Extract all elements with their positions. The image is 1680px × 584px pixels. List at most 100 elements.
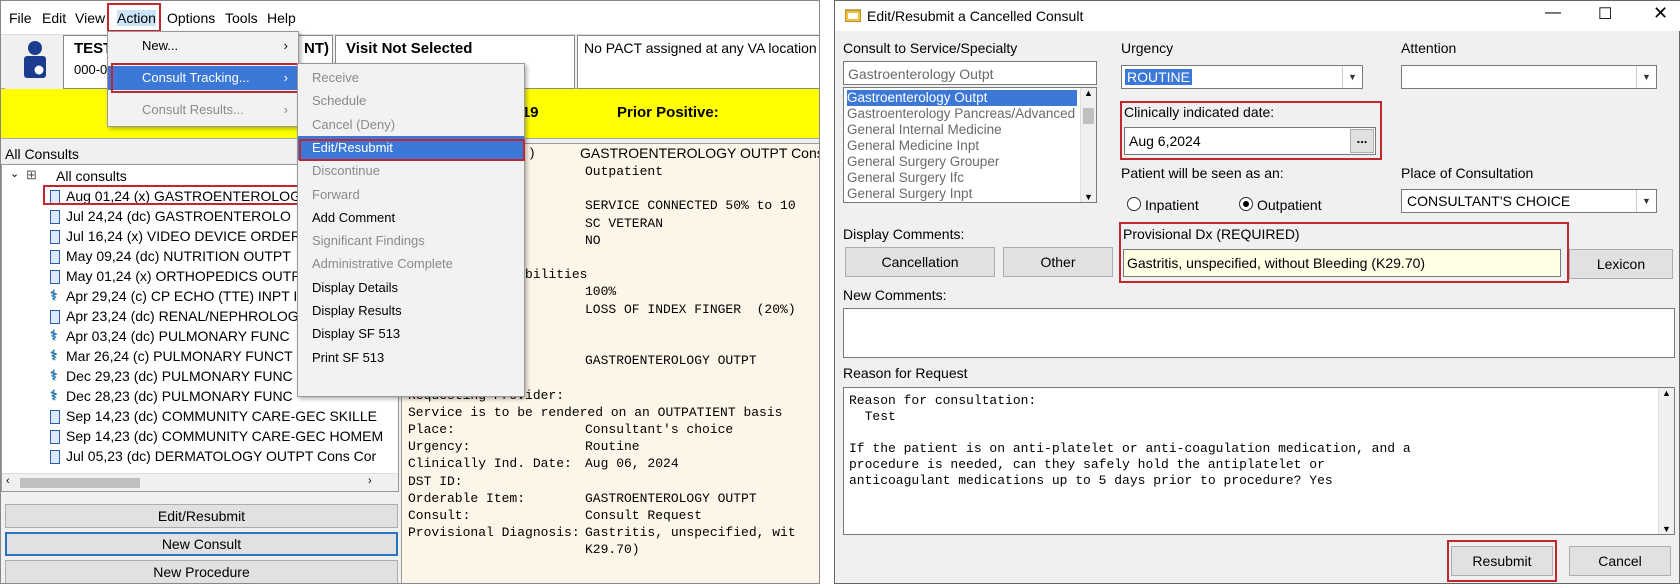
seen-as-label: Patient will be seen as an:	[1121, 165, 1284, 181]
service-list-item[interactable]: General Surgery Grouper	[847, 154, 1077, 170]
reason-line: If the patient is on anti-platelet or an…	[849, 441, 1411, 456]
submenu-item-administrative-complete[interactable]: Administrative Complete	[298, 252, 524, 276]
dialog-title: Edit/Resubmit a Cancelled Consult	[867, 8, 1084, 24]
service-list-item[interactable]: General Medicine Inpt	[847, 138, 1077, 154]
submenu-item-edit-resubmit[interactable]: Edit/Resubmit	[298, 135, 524, 160]
action-menu: New... › Consult Tracking... › Consult Res…	[107, 31, 299, 127]
consult-document-icon	[50, 430, 60, 444]
scroll-thumb[interactable]	[20, 478, 140, 488]
consult-tree-item-label: Apr 29,24 (c) CP ECHO (TTE) INPT I	[66, 288, 298, 304]
submenu-item-add-comment[interactable]: Add Comment	[298, 206, 524, 230]
urgency-label: Urgency	[1121, 40, 1174, 56]
menu-options[interactable]: Options	[167, 10, 215, 26]
detail-row-label: Clinically Ind. Date:	[408, 456, 572, 472]
scroll-up-icon[interactable]: ▲	[1084, 88, 1093, 98]
submenu-item-display-results[interactable]: Display Results	[298, 299, 524, 323]
consult-document-icon	[50, 210, 60, 224]
chevron-down-icon[interactable]: ▼	[1342, 66, 1362, 88]
consult-tree-item-label: Aug 01,24 (x) GASTROENTEROLOG	[66, 188, 301, 204]
submenu-item-forward[interactable]: Forward	[298, 183, 524, 207]
close-icon[interactable]: ✕	[1653, 3, 1668, 24]
cancellation-button[interactable]: Cancellation	[845, 247, 995, 277]
display-comments-label: Display Comments:	[843, 226, 965, 242]
inpatient-radio[interactable]	[1127, 197, 1141, 211]
cancel-button[interactable]: Cancel	[1569, 546, 1671, 576]
service-input[interactable]: Gastroenterology Outpt	[843, 61, 1097, 85]
scroll-thumb[interactable]	[1083, 108, 1094, 124]
date-picker-button[interactable]: ...	[1350, 129, 1374, 153]
chevron-down-icon[interactable]: ▼	[1636, 190, 1656, 212]
consult-tree-item-label: May 09,24 (dc) NUTRITION OUTPT	[66, 248, 291, 264]
detail-row-value: Gastritis, unspecified, wit	[585, 525, 796, 541]
resubmit-button[interactable]: Resubmit	[1451, 546, 1553, 576]
reason-scrollbar[interactable]: ▲ ▼	[1658, 388, 1674, 534]
service-list-item[interactable]: General Surgery Ifc	[847, 170, 1077, 186]
attention-select[interactable]: ▼	[1401, 65, 1657, 89]
submenu-item-print-sf-513[interactable]: Print SF 513	[298, 346, 524, 370]
reason-textarea[interactable]: ▲ ▼ Reason for consultation: Test If the …	[843, 387, 1675, 535]
menu-consult-tracking[interactable]: Consult Tracking... ›	[108, 66, 298, 90]
tree-horizontal-scrollbar[interactable]: ‹ ›	[2, 473, 398, 491]
service-list-item[interactable]: General Surgery Inpt	[847, 186, 1077, 202]
consult-document-icon	[50, 310, 60, 324]
service-list[interactable]: ▲ ▼ Gastroenterology Outpt Gastroenterolo…	[843, 87, 1097, 203]
new-procedure-button[interactable]: New Procedure	[5, 560, 398, 583]
patient-icon	[24, 41, 46, 78]
menu-edit[interactable]: Edit	[42, 10, 66, 26]
scroll-down-icon[interactable]: ▼	[1084, 192, 1093, 202]
submenu-item-schedule[interactable]: Schedule	[298, 89, 524, 113]
scroll-up-icon[interactable]: ▲	[1662, 388, 1671, 398]
service-list-item[interactable]: General Internal Medicine	[847, 122, 1077, 138]
detail-row-value: Routine	[585, 439, 640, 455]
prov-dx-input[interactable]: Gastritis, unspecified, without Bleeding…	[1123, 249, 1561, 277]
submenu-item-cancel-deny[interactable]: Cancel (Deny)	[298, 113, 524, 137]
urgency-value: ROUTINE	[1125, 69, 1192, 85]
minimize-icon[interactable]: —	[1545, 4, 1561, 22]
submenu-item-display-sf-513[interactable]: Display SF 513	[298, 322, 524, 346]
other-button[interactable]: Other	[1003, 247, 1113, 277]
scroll-left-icon[interactable]: ‹	[6, 475, 10, 487]
dialog-titlebar: Edit/Resubmit a Cancelled Consult — ☐ ✕	[835, 1, 1680, 31]
lexicon-button[interactable]: Lexicon	[1569, 249, 1673, 279]
service-list-item[interactable]: Gastroenterology Outpt	[847, 90, 1077, 106]
detail-row: Urgency: Routine	[408, 439, 640, 457]
menu-new[interactable]: New... ›	[108, 34, 298, 58]
reason-line: Test	[849, 409, 896, 424]
pact-box[interactable]: No PACT assigned at any VA location	[577, 35, 819, 89]
submenu-item-display-details[interactable]: Display Details	[298, 276, 524, 300]
menu-help[interactable]: Help	[267, 10, 296, 26]
detail-row-value: LOSS OF INDEX FINGER (20%)	[585, 301, 796, 317]
consult-tree-item-label: Sep 14,23 (dc) COMMUNITY CARE-GEC SKILLE	[66, 408, 377, 424]
detail-header-left: )	[528, 146, 536, 161]
reason-line: procedure is needed, can they safely hol…	[849, 457, 1325, 472]
inpatient-label: Inpatient	[1145, 197, 1199, 213]
service-list-scrollbar[interactable]: ▲ ▼	[1080, 88, 1096, 202]
consult-document-icon	[50, 230, 60, 244]
detail-row: Clinically Ind. Date: Aug 06, 2024	[408, 456, 679, 474]
chevron-down-icon[interactable]: ▼	[1636, 66, 1656, 88]
detail-row-value: GASTROENTEROLOGY OUTPT	[585, 353, 757, 369]
new-consult-button[interactable]: New Consult	[5, 532, 398, 556]
submenu-item-receive[interactable]: Receive	[298, 66, 524, 90]
scroll-right-icon[interactable]: ›	[368, 475, 372, 487]
place-select[interactable]: CONSULTANT'S CHOICE ▼	[1401, 189, 1657, 213]
menu-view[interactable]: View	[75, 10, 105, 26]
menu-consult-results[interactable]: Consult Results... ›	[108, 98, 298, 122]
urgency-select[interactable]: ROUTINE ▼	[1121, 65, 1363, 89]
new-comments-textarea[interactable]	[843, 308, 1675, 358]
procedure-icon: ⚕	[50, 347, 58, 363]
reason-line: Reason for consultation:	[849, 393, 1037, 408]
menu-tools[interactable]: Tools	[225, 10, 258, 26]
service-list-item[interactable]: Gastroenterology Pancreas/Advanced	[847, 106, 1077, 122]
scroll-down-icon[interactable]: ▼	[1662, 524, 1671, 534]
menu-file[interactable]: File	[9, 10, 32, 26]
edit-resubmit-button[interactable]: Edit/Resubmit	[5, 504, 398, 528]
submenu-item-discontinue[interactable]: Discontinue	[298, 159, 524, 183]
maximize-icon[interactable]: ☐	[1598, 4, 1612, 24]
clin-date-input[interactable]: Aug 6,2024 ...	[1124, 127, 1376, 155]
detail-row: Consult: Consult Request	[408, 508, 702, 526]
menu-action[interactable]: Action	[117, 10, 156, 26]
expand-icon[interactable]: ⌄	[10, 167, 19, 180]
submenu-item-significant-findings[interactable]: Significant Findings	[298, 229, 524, 253]
outpatient-radio[interactable]	[1239, 197, 1253, 211]
